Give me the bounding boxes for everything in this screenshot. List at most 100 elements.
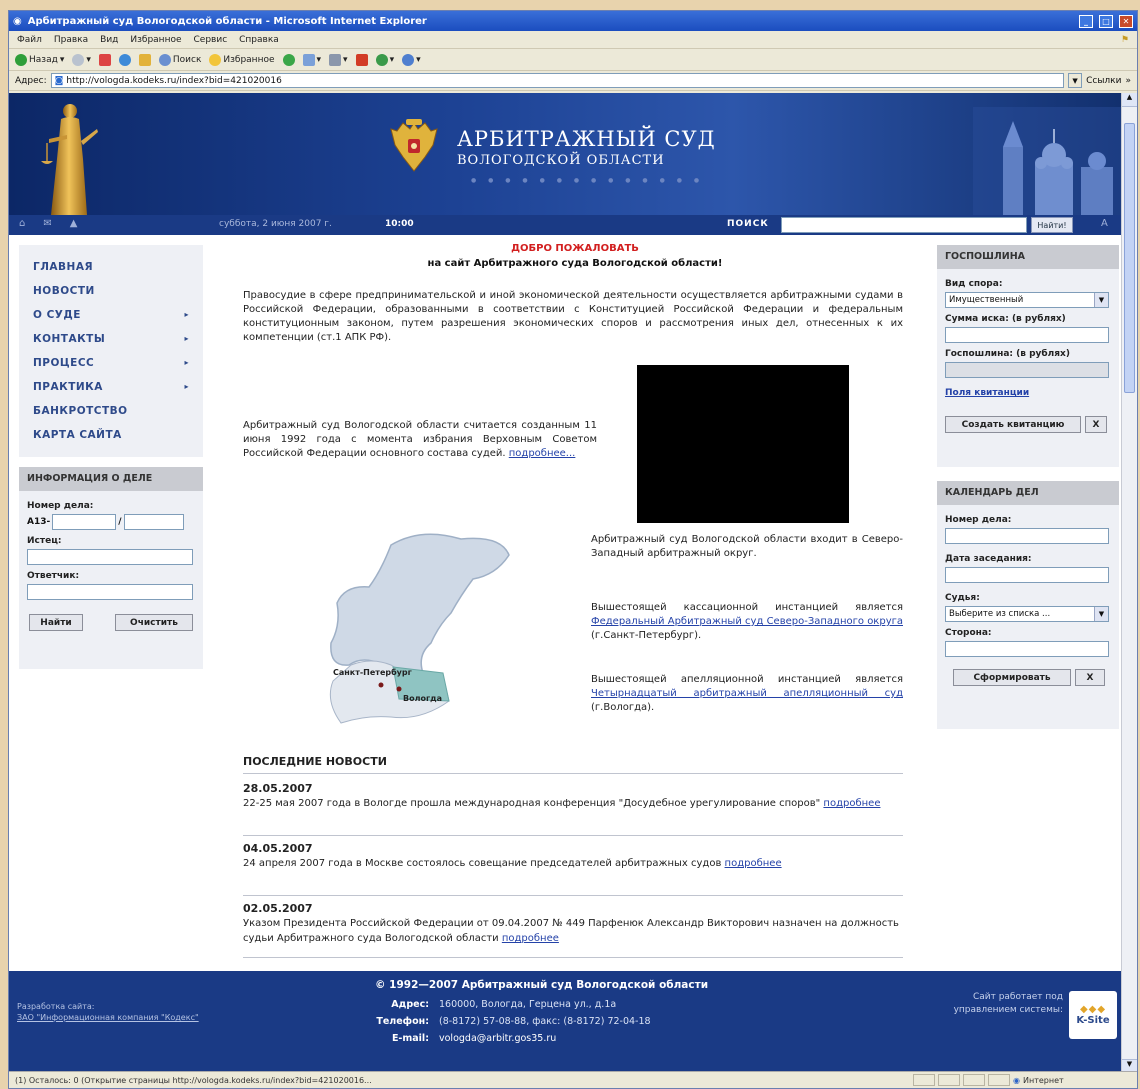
news-more-link[interactable]: подробнее — [823, 798, 880, 809]
menu-item-contacts[interactable]: КОНТАКТЫ ▸ — [19, 327, 203, 351]
receipt-fields-link[interactable]: Поля квитанции — [945, 388, 1029, 398]
scrollbar-thumb[interactable] — [1124, 123, 1135, 393]
window-title: Арбитражный суд Вологодской области - Mi… — [27, 15, 427, 27]
menu-help[interactable]: Справка — [239, 35, 279, 45]
menu-favorites[interactable]: Избранное — [130, 35, 181, 45]
create-receipt-button[interactable]: Создать квитанцию — [945, 416, 1081, 433]
address-input[interactable]: ◙ http://vologda.kodeks.ru/index?bid=421… — [50, 73, 1065, 88]
page-content: АРБИТРАЖНЫЙ СУД ВОЛОГОДСКОЙ ОБЛАСТИ ● ● … — [9, 93, 1123, 1073]
stop-icon — [98, 53, 111, 66]
news-divider — [243, 957, 903, 958]
address-url: http://vologda.kodeks.ru/index?bid=42102… — [66, 75, 282, 86]
form-calendar-button[interactable]: Сформировать — [953, 669, 1071, 686]
site-search-input[interactable] — [781, 217, 1027, 233]
judge-select[interactable]: Выберите из списка ... ▼ — [945, 606, 1109, 622]
judge-label: Судья: — [945, 593, 980, 603]
menu-item-practice[interactable]: ПРАКТИКА ▸ — [19, 375, 203, 399]
news-more-link[interactable]: подробнее — [725, 858, 782, 869]
favorites-button[interactable]: Избранное — [209, 53, 275, 66]
minimize-button[interactable]: _ — [1079, 14, 1093, 28]
mail-button[interactable]: ▾ — [302, 53, 321, 66]
office-button[interactable] — [355, 53, 368, 66]
dispute-type-select[interactable]: Имущественный ▼ — [945, 292, 1109, 308]
stop-button[interactable] — [98, 53, 111, 66]
menu-item-process[interactable]: ПРОЦЕСС ▸ — [19, 351, 203, 375]
chevron-down-icon: ▼ — [1094, 607, 1108, 621]
case-info-panel: ИНФОРМАЦИЯ О ДЕЛЕ Номер дела: А13- / Ист… — [19, 467, 203, 669]
email-link[interactable]: vologda@arbitr.gos35.ru — [439, 1033, 556, 1044]
plaintiff-label: Истец: — [27, 536, 62, 546]
star-icon — [209, 53, 222, 66]
print-button[interactable]: ▾ — [329, 53, 348, 66]
menu-item-about[interactable]: О СУДЕ ▸ — [19, 303, 203, 327]
links-label[interactable]: Ссылки — [1086, 76, 1121, 86]
menu-file[interactable]: Файл — [17, 35, 42, 45]
video-player[interactable] — [637, 365, 849, 523]
plaintiff-input[interactable] — [27, 549, 193, 565]
scroll-up-icon[interactable]: ▲ — [1122, 93, 1137, 107]
news-more-link[interactable]: подробнее — [502, 933, 559, 944]
site-search-button[interactable]: Найти! — [1031, 217, 1073, 233]
menu-bar: Файл Правка Вид Избранное Сервис Справка… — [9, 31, 1137, 49]
home-button[interactable] — [138, 53, 151, 66]
menu-item-sitemap[interactable]: КАРТА САЙТА — [19, 423, 203, 447]
party-input[interactable] — [945, 641, 1109, 657]
messenger-button[interactable]: ▾ — [375, 53, 394, 66]
developer-info: Разработка сайта: ЗАО "Информационная ко… — [17, 1001, 199, 1023]
case-find-button[interactable]: Найти — [29, 614, 83, 631]
state-duty-panel: ГОСПОШЛИНА Вид спора: Имущественный ▼ Сум… — [937, 245, 1119, 467]
home-icon — [138, 53, 151, 66]
appeal-court-link[interactable]: Четырнадцатый арбитражный апелляционный … — [591, 688, 903, 699]
case-info-title: ИНФОРМАЦИЯ О ДЕЛЕ — [19, 467, 203, 491]
menu-view[interactable]: Вид — [100, 35, 118, 45]
menu-item-bankruptcy[interactable]: БАНКРОТСТВО — [19, 399, 203, 423]
left-menu: ГЛАВНАЯ НОВОСТИ О СУДЕ ▸ КОНТАКТЫ ▸ ПРОЦЕС… — [19, 245, 203, 457]
founded-more-link[interactable]: подробнее... — [509, 448, 576, 459]
tools-button[interactable]: ▾ — [402, 53, 421, 66]
welcome-title: ДОБРО ПОЖАЛОВАТЬ — [511, 243, 639, 254]
founded-paragraph: Арбитражный суд Вологодской области счит… — [243, 420, 597, 459]
case-year-input[interactable] — [123, 514, 184, 530]
case-calendar-title: КАЛЕНДАРЬ ДЕЛ — [937, 481, 1119, 505]
ksite-logo[interactable]: ◆◆◆ K-Site — [1069, 991, 1117, 1039]
footer-email: E-mail: vologda@arbitr.gos35.ru — [391, 1033, 557, 1044]
close-button[interactable]: ✕ — [1119, 14, 1133, 28]
history-button[interactable] — [282, 53, 295, 66]
hearing-date-input[interactable] — [945, 567, 1109, 583]
sitemap-icon[interactable]: ▲ — [70, 218, 78, 229]
toolbar: Назад ▾ ▾ Поиск Избранное ▾ ▾ ▾ ▾ — [9, 49, 1137, 71]
developer-link[interactable]: ЗАО "Информационная компания "Кодекс" — [17, 1013, 199, 1022]
address-dropdown-button[interactable]: ▼ — [1068, 73, 1083, 88]
home-icon[interactable]: ⌂ — [19, 218, 25, 229]
menu-item-main[interactable]: ГЛАВНАЯ — [19, 255, 203, 279]
calendar-case-input[interactable] — [945, 528, 1109, 544]
footer-address: Адрес: 160000, Вологда, Герцена ул., д.1а — [391, 999, 617, 1010]
calendar-close-button[interactable]: X — [1075, 669, 1105, 686]
links-chevron-icon[interactable]: » — [1125, 76, 1131, 86]
claim-sum-input[interactable] — [945, 327, 1109, 343]
defendant-label: Ответчик: — [27, 571, 80, 581]
case-clear-button[interactable]: Очистить — [115, 614, 193, 631]
chevron-right-icon: ▸ — [184, 382, 189, 391]
menu-tools[interactable]: Сервис — [194, 35, 228, 45]
mail-icon[interactable]: ✉ — [43, 218, 51, 229]
map-label-vologda: Вологда — [403, 694, 442, 703]
internet-zone-label: Интернет — [1023, 1075, 1064, 1085]
maximize-button[interactable]: □ — [1099, 14, 1113, 28]
case-number-input[interactable] — [52, 514, 117, 530]
back-button[interactable]: Назад ▾ — [15, 53, 64, 66]
search-button[interactable]: Поиск — [158, 53, 201, 66]
font-size-icon[interactable]: A — [1101, 218, 1108, 229]
cassation-court-link[interactable]: Федеральный Арбитражный суд Северо-Запад… — [591, 616, 903, 627]
chevron-right-icon: ▸ — [184, 358, 189, 367]
internet-zone-icon: ◉ — [1013, 1075, 1020, 1085]
menu-item-news[interactable]: НОВОСТИ — [19, 279, 203, 303]
forward-button[interactable]: ▾ — [72, 53, 91, 66]
menu-edit[interactable]: Правка — [54, 35, 88, 45]
search-icon — [158, 53, 171, 66]
intro-paragraph: Правосудие в сфере предпринимательской и… — [243, 290, 903, 343]
refresh-button[interactable] — [118, 53, 131, 66]
receipt-close-button[interactable]: X — [1085, 416, 1107, 433]
vertical-scrollbar[interactable]: ▲ ▼ — [1121, 93, 1137, 1073]
defendant-input[interactable] — [27, 584, 193, 600]
